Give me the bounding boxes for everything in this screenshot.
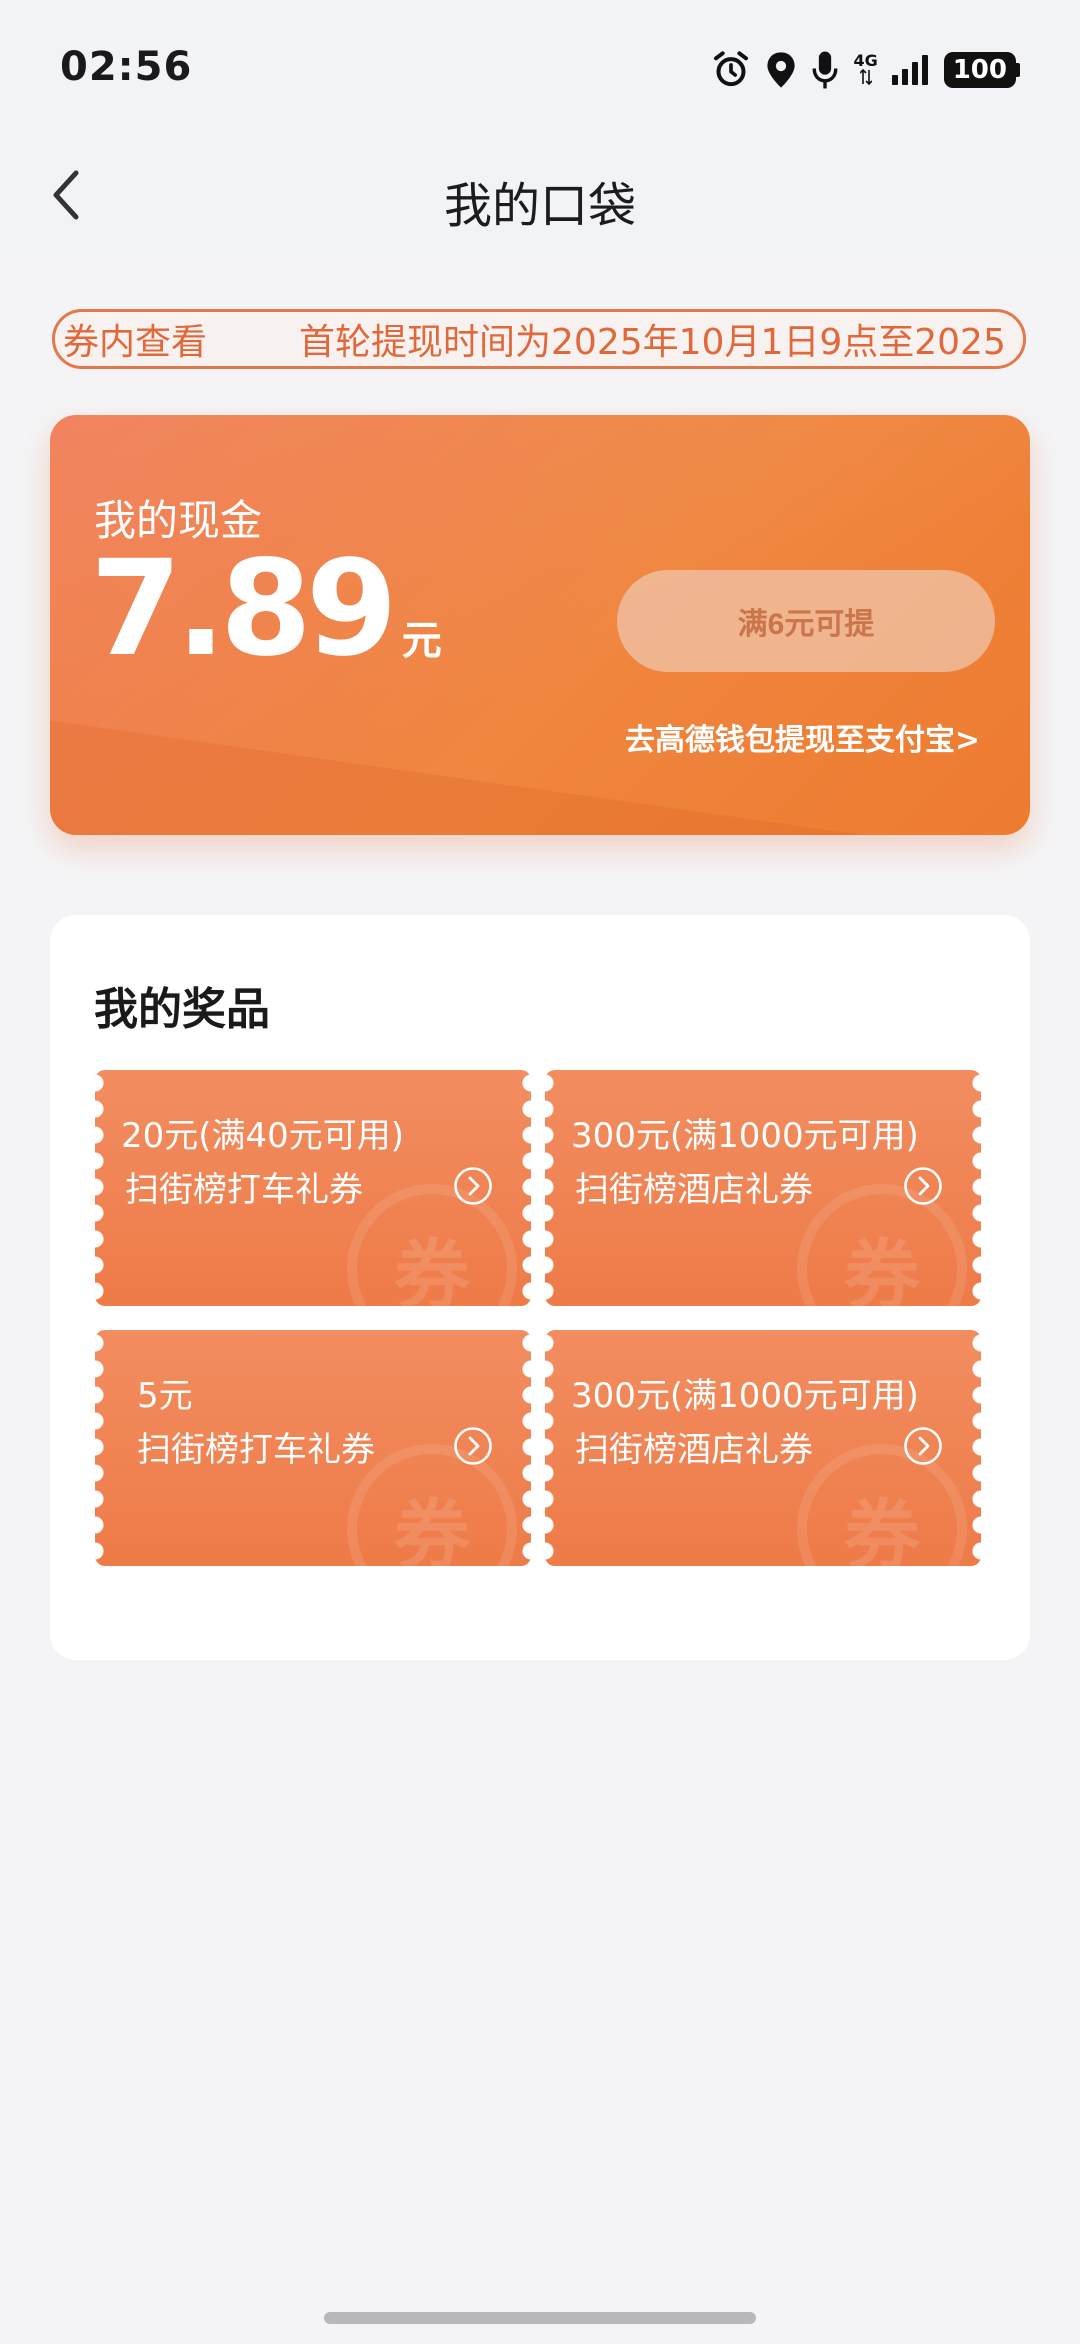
coupon-notches-left	[545, 1334, 554, 1562]
coupon-value: 300元(满1000元可用)	[571, 1376, 919, 1416]
coupon-desc: 扫街榜打车礼券	[137, 1430, 375, 1470]
location-icon	[767, 52, 796, 88]
data-arrows-icon	[859, 68, 872, 86]
coupon-value: 20元(满40元可用)	[121, 1116, 405, 1156]
cash-card: 我的现金 7.89 元 满6元可提 去高德钱包提现至支付宝>	[50, 415, 1030, 835]
coupon-notches-left	[545, 1074, 554, 1302]
coupon-item[interactable]: 券 300元(满1000元可用) 扫街榜酒店礼券	[545, 1330, 981, 1566]
status-time: 02:56	[60, 44, 193, 90]
coupon-desc: 扫街榜酒店礼券	[575, 1430, 813, 1470]
nav-bar: 我的口袋	[0, 130, 1080, 265]
coupon-notches-left	[95, 1334, 104, 1562]
wallet-withdraw-link[interactable]: 去高德钱包提现至支付宝>	[625, 715, 1005, 759]
battery-level: 100	[943, 52, 1016, 88]
coupon-notches-right	[972, 1074, 981, 1302]
coupon-notches-right	[522, 1334, 531, 1562]
coupon-item[interactable]: 券 20元(满40元可用) 扫街榜打车礼券	[95, 1070, 531, 1306]
coupon-desc: 扫街榜打车礼券	[125, 1170, 363, 1210]
coupon-notches-right	[972, 1334, 981, 1562]
page-title: 我的口袋	[443, 178, 636, 234]
signal-icon	[891, 55, 928, 85]
microphone-icon	[812, 51, 838, 89]
home-indicator[interactable]	[324, 2312, 756, 2324]
prizes-title: 我的奖品	[94, 984, 270, 1035]
status-icons: 4G 100	[711, 48, 1020, 92]
notice-text-left: 券内查看	[63, 322, 208, 363]
cash-amount: 7.89 元	[90, 543, 442, 675]
coupon-notches-right	[522, 1074, 531, 1302]
status-bar: 02:56 4G 100	[0, 0, 1080, 130]
chevron-right-circle-icon	[454, 1167, 492, 1205]
alarm-icon	[714, 51, 749, 87]
battery-cap	[1016, 63, 1020, 77]
prizes-card: 我的奖品 券 20元(满40元可用) 扫街榜打车礼券 券 300元(满1000元…	[50, 915, 1030, 1660]
notice-banner[interactable]: 券内查看 首轮提现时间为2025年10月1日9点至2025	[52, 309, 1026, 369]
coupon-item[interactable]: 券 300元(满1000元可用) 扫街榜酒店礼券	[545, 1070, 981, 1306]
coupon-item[interactable]: 券 5元 扫街榜打车礼券	[95, 1330, 531, 1566]
chevron-right-circle-icon	[904, 1167, 942, 1205]
withdraw-button[interactable]: 满6元可提	[617, 570, 995, 672]
network-indicator: 4G	[853, 51, 878, 86]
network-type: 4G	[853, 51, 878, 70]
cash-amount-unit: 元	[401, 618, 442, 664]
cash-amount-value: 7.89	[90, 532, 398, 686]
coupon-desc: 扫街榜酒店礼券	[575, 1170, 813, 1210]
coupon-value: 300元(满1000元可用)	[571, 1116, 919, 1156]
battery-indicator: 100	[943, 52, 1020, 88]
coupon-notches-left	[95, 1074, 104, 1302]
chevron-right-circle-icon	[454, 1427, 492, 1465]
chevron-right-circle-icon	[904, 1427, 942, 1465]
notice-text-right: 首轮提现时间为2025年10月1日9点至2025	[299, 322, 1006, 363]
coupon-value: 5元	[137, 1376, 193, 1416]
